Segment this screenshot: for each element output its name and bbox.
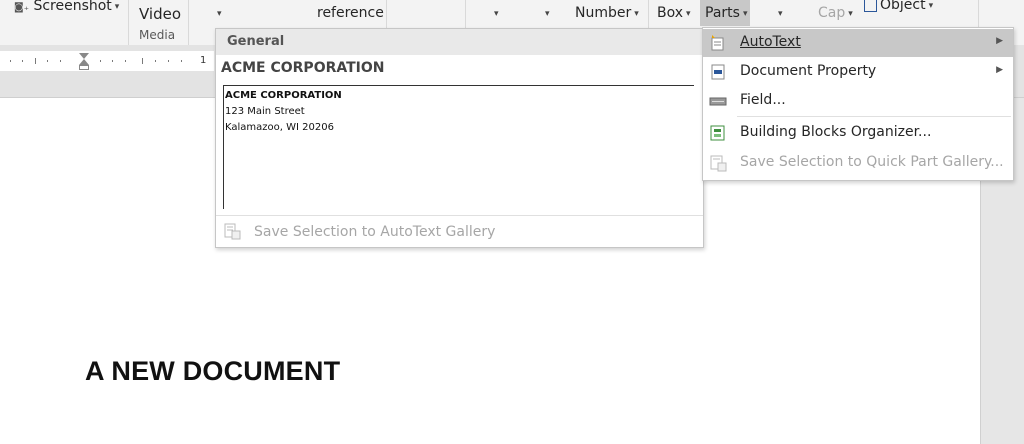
menu-item-save-to-quick-part-gallery[interactable]: Save Selection to Quick Part Gallery... bbox=[703, 149, 1013, 177]
menu-item-building-blocks-organizer[interactable]: Building Blocks Organizer... bbox=[703, 119, 1013, 147]
chevron-down-icon: ▾ bbox=[114, 2, 120, 12]
menu-item-autotext[interactable]: AutoText ▶ bbox=[703, 29, 1013, 57]
screenshot-button[interactable]: ◙₊ Screenshot ▾ bbox=[14, 0, 119, 14]
page-number-button[interactable]: Number ▾ bbox=[575, 5, 639, 21]
video-button[interactable]: Video bbox=[139, 5, 181, 23]
autotext-icon bbox=[711, 35, 724, 51]
text-box-label: Box bbox=[657, 5, 684, 21]
indent-marker-icon[interactable] bbox=[79, 53, 89, 71]
dropdown-caret-1[interactable]: ▾ bbox=[214, 5, 222, 21]
text-box-button[interactable]: Box ▾ bbox=[657, 5, 691, 21]
gallery-category-label: General bbox=[227, 34, 285, 49]
menu-item-field[interactable]: Field... bbox=[703, 87, 1013, 115]
menu-item-label: Building Blocks Organizer... bbox=[740, 124, 932, 140]
camera-icon: ◙₊ bbox=[14, 2, 29, 13]
menu-item-label: AutoText bbox=[740, 34, 801, 50]
autotext-gallery: General ACME CORPORATION ACME CORPORATIO… bbox=[215, 28, 704, 248]
save-quickpart-icon bbox=[710, 155, 727, 172]
building-blocks-icon bbox=[710, 125, 725, 141]
dropdown-caret-2[interactable]: ▾ bbox=[491, 5, 499, 21]
drop-cap-label: Cap bbox=[818, 5, 846, 21]
dropdown-caret-3[interactable]: ▾ bbox=[542, 5, 550, 21]
ruler-tick bbox=[35, 58, 36, 64]
ruler-tick bbox=[22, 60, 23, 62]
field-icon bbox=[709, 97, 727, 106]
screenshot-label: Screenshot bbox=[33, 0, 112, 14]
chevron-down-icon: ▾ bbox=[634, 9, 639, 19]
gallery-divider bbox=[216, 215, 703, 216]
ruler-tick bbox=[142, 58, 143, 64]
menu-item-document-property[interactable]: Document Property ▶ bbox=[703, 58, 1013, 86]
preview-line: Kalamazoo, WI 20206 bbox=[225, 122, 334, 133]
quick-parts-menu: AutoText ▶ Document Property ▶ Field... … bbox=[702, 27, 1014, 181]
ruler-tick bbox=[181, 60, 182, 62]
ruler-tick bbox=[100, 60, 101, 62]
document-heading: A NEW DOCUMENT bbox=[85, 356, 341, 386]
chevron-down-icon: ▾ bbox=[742, 9, 748, 19]
chevron-down-icon: ▾ bbox=[686, 9, 691, 19]
cross-reference-button[interactable]: reference bbox=[317, 5, 384, 21]
ruler-tick bbox=[155, 60, 156, 62]
menu-separator bbox=[737, 116, 1011, 117]
save-to-autotext-gallery-item[interactable]: Save Selection to AutoText Gallery bbox=[216, 219, 703, 245]
quick-parts-label: Parts bbox=[705, 5, 740, 21]
object-icon bbox=[864, 0, 877, 12]
preview-line: 123 Main Street bbox=[225, 106, 305, 117]
autotext-entry-preview[interactable]: ACME CORPORATION 123 Main Street Kalamaz… bbox=[223, 85, 694, 209]
submenu-arrow-icon: ▶ bbox=[996, 65, 1003, 75]
ruler-tick bbox=[60, 60, 61, 62]
page-number-label: Number bbox=[575, 5, 632, 21]
submenu-arrow-icon: ▶ bbox=[996, 36, 1003, 46]
chevron-down-icon: ▾ bbox=[928, 1, 934, 11]
ruler-number: 1 bbox=[200, 55, 207, 66]
group-separator bbox=[188, 0, 189, 45]
save-to-autotext-gallery-label: Save Selection to AutoText Gallery bbox=[254, 224, 496, 240]
object-label: Object bbox=[880, 0, 926, 13]
dropdown-caret-4[interactable]: ▾ bbox=[775, 5, 783, 21]
save-autotext-icon bbox=[224, 223, 241, 240]
preview-line: ACME CORPORATION bbox=[225, 90, 342, 101]
menu-item-label: Save Selection to Quick Part Gallery... bbox=[740, 154, 1004, 170]
media-group-label: Media bbox=[139, 28, 176, 42]
ruler-tick bbox=[125, 60, 126, 62]
ruler-tick bbox=[112, 60, 113, 62]
menu-item-label: Document Property bbox=[740, 63, 877, 79]
document-property-icon bbox=[711, 64, 725, 80]
chevron-down-icon: ▾ bbox=[848, 9, 853, 19]
ruler-tick bbox=[47, 60, 48, 62]
menu-item-label: Field... bbox=[740, 92, 786, 108]
group-separator bbox=[128, 0, 129, 45]
horizontal-ruler[interactable]: 1 bbox=[0, 51, 214, 71]
drop-cap-button[interactable]: Cap ▾ bbox=[818, 5, 853, 21]
object-button[interactable]: Object ▾ bbox=[864, 0, 933, 13]
gallery-category-header: General bbox=[216, 29, 703, 55]
ruler-tick bbox=[10, 60, 11, 62]
quick-parts-button[interactable]: Parts ▾ bbox=[705, 5, 747, 21]
autotext-entry-name[interactable]: ACME CORPORATION bbox=[221, 60, 385, 76]
ruler-tick bbox=[168, 60, 169, 62]
